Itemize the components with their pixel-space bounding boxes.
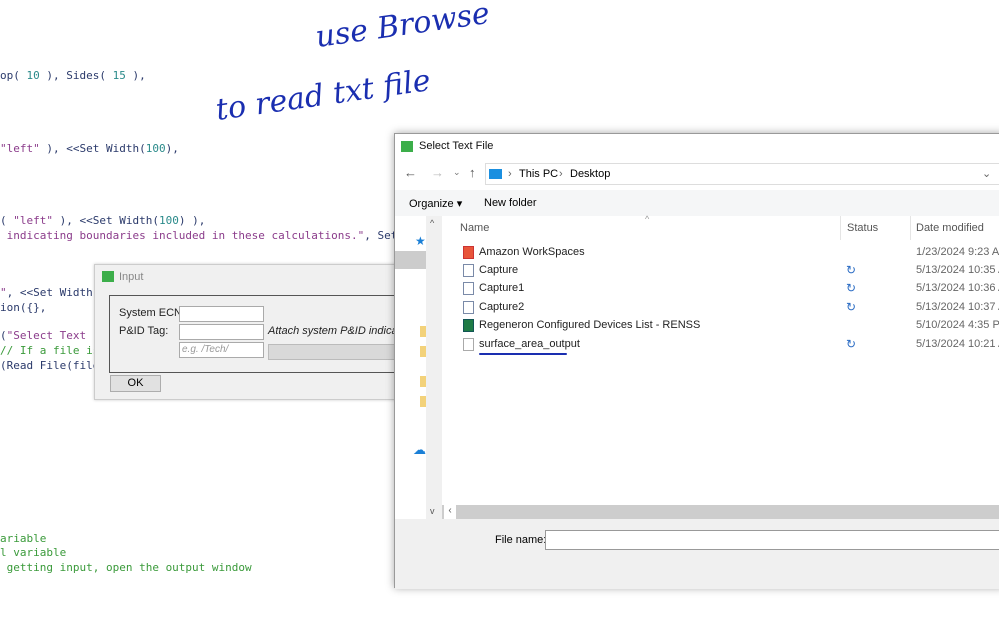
code-line: indicating boundaries included in these … (6, 229, 424, 242)
file-name-input[interactable] (545, 530, 999, 550)
image-file-icon (463, 301, 474, 314)
code-line: ( "left" ), <<Set Width(100) ), (0, 214, 206, 227)
browse-button[interactable] (268, 344, 408, 360)
up-icon[interactable]: ↑ (469, 165, 476, 180)
scroll-down-icon[interactable]: v (430, 506, 435, 516)
file-row[interactable]: Amazon WorkSpaces1/23/2024 9:23 AM (461, 244, 999, 262)
back-icon[interactable]: ← (404, 165, 417, 180)
pc-icon (489, 169, 502, 179)
code-line: ("Select Text Fi (0, 329, 106, 342)
file-row[interactable]: Regeneron Configured Devices List - RENS… (461, 317, 999, 335)
sync-icon: ↻ (846, 300, 857, 314)
app-icon (463, 246, 474, 259)
pid-tag-input[interactable] (179, 324, 264, 340)
file-row[interactable]: Capture2↻5/13/2024 10:37 AM (461, 299, 999, 317)
handwritten-underline (479, 353, 567, 355)
organize-menu[interactable]: Organize ▾ (409, 197, 462, 210)
input-dialog: Input System ECN: P&ID Tag: Attach syste… (94, 264, 409, 400)
dialog-title: Input (119, 271, 144, 283)
forward-icon[interactable]: → (431, 165, 444, 180)
file-row[interactable]: Capture↻5/13/2024 10:35 AM (461, 262, 999, 280)
file-name-label: File name: (495, 534, 547, 546)
code-comment: // If a file is (0, 344, 100, 357)
dialog-footer: File name: (395, 519, 999, 589)
file-row[interactable]: Capture1↻5/13/2024 10:36 AM (461, 280, 999, 298)
column-status[interactable]: Status (847, 222, 878, 234)
breadcrumb-desktop[interactable]: Desktop (570, 168, 610, 180)
text-file-icon (463, 338, 474, 351)
sync-icon: ↻ (846, 337, 857, 351)
code-line: "left" ), <<Set Width(100), (0, 142, 179, 155)
app-icon (102, 271, 114, 282)
column-date-modified[interactable]: Date modified (916, 222, 984, 234)
handwritten-annotation: to read txt file (213, 63, 433, 128)
recent-chevron-icon[interactable]: ⌄ (453, 167, 461, 178)
scroll-up-icon[interactable]: ^ (430, 218, 434, 228)
attach-text: Attach system P&ID indicati (268, 325, 404, 337)
path-input[interactable]: e.g. /Tech/ (179, 342, 264, 358)
onedrive-cloud-icon[interactable]: ☁ (413, 442, 426, 458)
input-group: System ECN: P&ID Tag: Attach system P&ID… (109, 295, 409, 373)
sort-caret-icon: ^ (645, 214, 650, 224)
horizontal-scrollbar[interactable]: ‹ (442, 505, 999, 519)
code-comment: getting input, open the output window (0, 561, 252, 574)
dialog-title: Select Text File (419, 140, 494, 152)
toolbar: Organize ▾ New folder (395, 190, 999, 216)
ok-button[interactable]: OK (110, 375, 161, 392)
code-line: ion({}, (0, 301, 47, 314)
code-comment: l variable (0, 546, 67, 559)
address-dropdown-icon[interactable]: ⌄ (982, 167, 991, 180)
code-line: op( 10 ), Sides( 15 ), (0, 69, 146, 82)
code-line: ", <<Set Width(1 (0, 286, 106, 299)
sync-icon: ↻ (846, 263, 857, 277)
pid-tag-label: P&ID Tag: (119, 325, 169, 337)
app-icon (401, 141, 413, 152)
system-ecn-label: System ECN: (119, 307, 186, 319)
select-file-dialog: Select Text File ← → ⌄ ↑ › This PC › Des… (394, 133, 999, 589)
handwritten-annotation: use Browse (313, 0, 492, 56)
code-line: (Read File(fileN (0, 359, 106, 372)
quick-access-star-icon[interactable]: ★ (415, 234, 426, 248)
breadcrumb-this-pc[interactable]: This PC (519, 168, 558, 180)
column-name[interactable]: Name (460, 222, 489, 234)
navigation-pane: ★ ☁ ^ v (395, 216, 442, 519)
system-ecn-input[interactable] (179, 306, 264, 322)
excel-file-icon (463, 319, 474, 332)
nav-scrollbar[interactable]: ^ v (426, 216, 442, 519)
nav-selected-item[interactable] (395, 251, 426, 269)
image-file-icon (463, 282, 474, 295)
scroll-left-icon[interactable]: ‹ (444, 505, 456, 519)
address-bar[interactable]: › This PC › Desktop ⌄ (485, 163, 999, 185)
code-comment: ariable (0, 532, 47, 545)
sync-icon: ↻ (846, 281, 857, 295)
new-folder-button[interactable]: New folder (484, 197, 537, 209)
image-file-icon (463, 264, 474, 277)
file-row[interactable]: surface_area_output↻5/13/2024 10:21 AM (461, 336, 999, 354)
